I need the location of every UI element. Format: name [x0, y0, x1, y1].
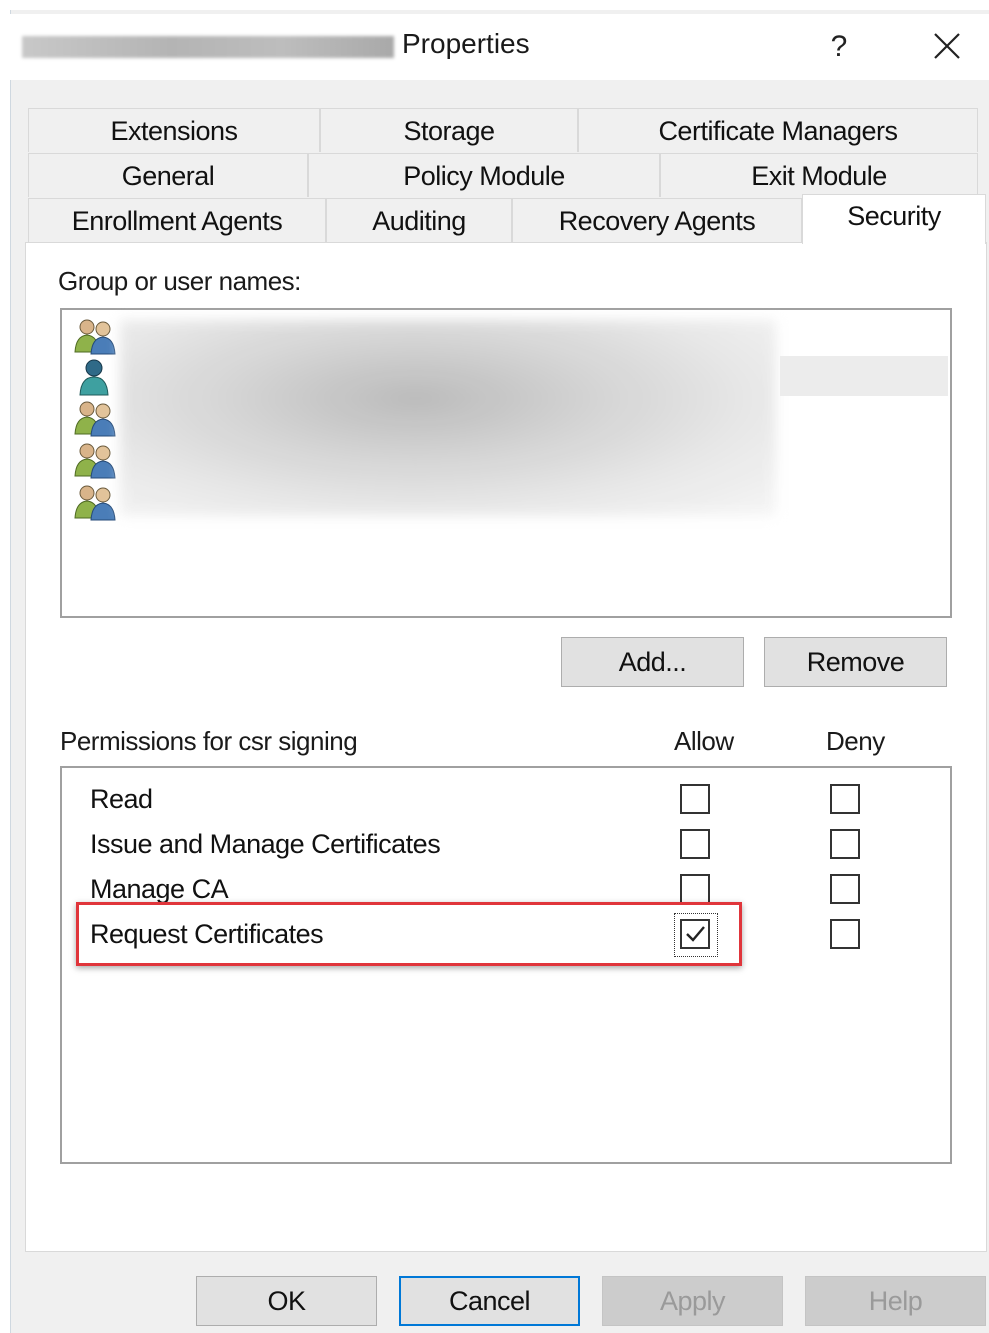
redacted-user-names [120, 320, 776, 516]
permission-row-read: Read [62, 778, 950, 822]
tab-recovery-agents[interactable]: Recovery Agents [512, 198, 802, 242]
help-button[interactable]: ? [816, 24, 862, 70]
help-footer-button[interactable]: Help [805, 1276, 986, 1326]
permissions-label: Permissions for csr signing [60, 726, 358, 756]
tab-enrollment-agents[interactable]: Enrollment Agents [28, 198, 326, 242]
apply-button[interactable]: Apply [602, 1276, 783, 1326]
cancel-button[interactable]: Cancel [399, 1276, 580, 1326]
allow-read-checkbox[interactable] [680, 784, 710, 814]
tab-policy-module[interactable]: Policy Module [308, 153, 660, 197]
tab-auditing[interactable]: Auditing [326, 198, 512, 242]
title-bar: Properties ? [10, 14, 989, 80]
window-title: Properties [402, 28, 530, 59]
tab-storage[interactable]: Storage [320, 108, 578, 152]
group-icon [74, 401, 116, 437]
allow-issue-manage-checkbox[interactable] [680, 829, 710, 859]
redacted-title [22, 36, 394, 58]
deny-issue-manage-checkbox[interactable] [830, 829, 860, 859]
group-icon [74, 485, 116, 521]
close-icon [934, 33, 960, 59]
permission-name: Read [90, 784, 153, 814]
deny-request-certificates-checkbox[interactable] [830, 919, 860, 949]
tab-general[interactable]: General [28, 153, 308, 197]
tab-certificate-managers[interactable]: Certificate Managers [578, 108, 978, 152]
add-button[interactable]: Add... [561, 637, 744, 687]
tab-extensions[interactable]: Extensions [28, 108, 320, 152]
tab-exit-module[interactable]: Exit Module [660, 153, 978, 197]
group-icon [74, 443, 116, 479]
allow-column-header: Allow [674, 726, 734, 756]
allow-manage-ca-checkbox[interactable] [680, 874, 710, 904]
annotation-highlight-box [76, 902, 742, 966]
deny-column-header: Deny [826, 726, 885, 756]
selection-highlight [780, 356, 948, 396]
deny-manage-ca-checkbox[interactable] [830, 874, 860, 904]
ok-button[interactable]: OK [196, 1276, 377, 1326]
user-icon [79, 359, 109, 396]
permission-row-issue-manage: Issue and Manage Certificates [62, 823, 950, 867]
tab-security[interactable]: Security [802, 194, 986, 244]
group-or-user-names-label: Group or user names: [58, 266, 301, 296]
close-button[interactable] [924, 24, 970, 70]
remove-button[interactable]: Remove [764, 637, 947, 687]
permission-name: Issue and Manage Certificates [90, 829, 441, 859]
permission-name: Manage CA [90, 874, 229, 904]
group-icon [74, 319, 116, 355]
deny-read-checkbox[interactable] [830, 784, 860, 814]
